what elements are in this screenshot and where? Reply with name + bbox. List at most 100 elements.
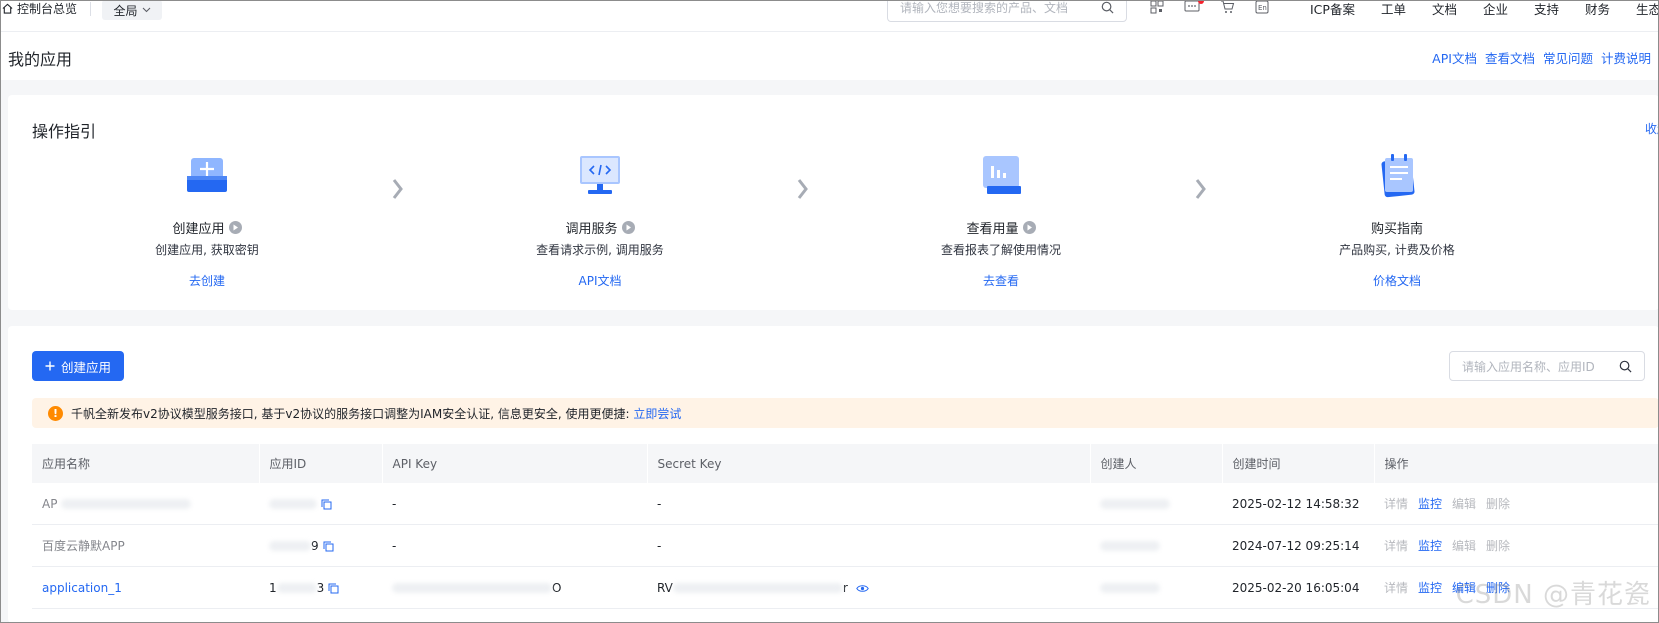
api-key-cell: -	[382, 524, 647, 567]
nav-link-support[interactable]: 支持	[1534, 0, 1559, 18]
step-action-link[interactable]: API文档	[480, 272, 720, 289]
app-id-cell	[259, 483, 382, 525]
column-header-secret-key: Secret Key	[647, 444, 1091, 483]
created-time-cell: 2025-02-12 14:58:32	[1222, 483, 1374, 525]
api-docs-link[interactable]: API文档	[1432, 48, 1477, 67]
purchase-guide-illustration-icon	[1371, 150, 1423, 202]
step-description: 创建应用, 获取密钥	[155, 243, 259, 257]
app-search-placeholder: 请输入应用名称、应用ID	[1462, 359, 1595, 374]
global-search-placeholder: 请输入您想要搜索的产品、文档	[900, 0, 1069, 15]
play-video-icon[interactable]	[621, 221, 635, 234]
app-search-input[interactable]: 请输入应用名称、应用ID	[1449, 351, 1645, 381]
monitor-link[interactable]: 监控	[1418, 495, 1442, 512]
app-name-cell[interactable]: application_1	[32, 566, 259, 609]
play-video-icon[interactable]	[228, 221, 242, 234]
chevron-right-icon	[797, 179, 808, 199]
v2-protocol-notice: ! 千帆全新发布v2协议模型服务接口, 基于v2协议的服务接口调整为IAM安全认…	[32, 398, 1659, 428]
collapse-guide-link[interactable]: 收起	[1645, 120, 1659, 137]
secret-key-cell: RV r	[647, 566, 1090, 609]
detail-link[interactable]: 详情	[1384, 495, 1408, 512]
faq-link[interactable]: 常见问题	[1543, 48, 1593, 67]
watermark: CSDN @青花瓷	[1455, 580, 1651, 610]
copy-icon[interactable]	[323, 541, 334, 552]
nav-icon-group: En	[1150, 0, 1269, 16]
create-app-label: 创建应用	[60, 359, 111, 375]
nav-link-ecosystem[interactable]: 生态	[1636, 0, 1659, 18]
table-row: 百度云静默APP 9 - - 2024-07-12 09:25:14 详情 监控…	[32, 524, 1659, 567]
detail-link[interactable]: 详情	[1384, 579, 1408, 596]
region-selector[interactable]: 全局	[102, 0, 162, 20]
page-title: 我的应用	[8, 50, 73, 69]
created-time-cell: 2024-07-12 09:25:14	[1222, 524, 1374, 567]
qrcode-icon[interactable]	[1150, 0, 1164, 17]
language-icon[interactable]: En	[1255, 0, 1269, 17]
step-action-link[interactable]: 去查看	[881, 272, 1121, 289]
delete-link[interactable]: 删除	[1486, 495, 1510, 512]
step-action-link[interactable]: 价格文档	[1277, 272, 1517, 289]
home-icon	[2, 3, 13, 14]
chevron-down-icon	[142, 7, 150, 13]
operation-guide-card: 操作指引 收起 创建应用 创建应用, 获取密钥 去创建 调用服务 查看请求示例,…	[8, 95, 1659, 310]
nav-link-enterprise[interactable]: 企业	[1483, 0, 1508, 18]
monitor-link[interactable]: 监控	[1418, 537, 1442, 554]
nav-link-ticket[interactable]: 工单	[1381, 0, 1406, 18]
table-header-row: 应用名称 应用ID API Key Secret Key 创建人 创建时间 操作	[32, 444, 1659, 483]
search-icon[interactable]	[1101, 1, 1114, 14]
billing-link[interactable]: 计费说明	[1601, 48, 1651, 67]
creator-cell	[1090, 483, 1222, 525]
operations-cell: 详情 监控 编辑 删除	[1374, 483, 1659, 525]
table-row: AP - - 2025-02-12 14:58:32 详情 监控 编辑 删除	[32, 483, 1659, 525]
region-label: 全局	[113, 3, 138, 18]
message-icon[interactable]	[1184, 0, 1204, 17]
copy-icon[interactable]	[321, 499, 332, 510]
copy-icon[interactable]	[328, 583, 339, 594]
nav-link-docs[interactable]: 文档	[1432, 0, 1457, 18]
eye-icon[interactable]	[856, 584, 869, 593]
view-docs-link[interactable]: 查看文档	[1485, 48, 1535, 67]
create-app-button[interactable]: 创建应用	[32, 351, 124, 381]
nav-links: ICP备案 工单 文档 企业 支持 财务 生态	[1310, 0, 1659, 18]
step-name: 购买指南	[1370, 222, 1423, 237]
detail-link[interactable]: 详情	[1384, 537, 1408, 554]
nav-link-finance[interactable]: 财务	[1585, 0, 1610, 18]
create-app-illustration-icon	[181, 150, 233, 202]
creator-cell	[1090, 566, 1222, 609]
apps-card: 创建应用 请输入应用名称、应用ID ! 千帆全新发布v2协议模型服务接口, 基于…	[8, 326, 1659, 623]
step-name: 查看用量	[966, 222, 1019, 237]
nav-divider	[90, 2, 91, 16]
step-action-link[interactable]: 去创建	[87, 272, 327, 289]
api-key-cell: -	[382, 483, 647, 525]
secret-key-cell: -	[647, 483, 1090, 525]
usage-report-illustration-icon	[975, 150, 1027, 202]
notice-text: 千帆全新发布v2协议模型服务接口, 基于v2协议的服务接口调整为IAM安全认证,…	[71, 406, 682, 421]
edit-link[interactable]: 编辑	[1452, 495, 1476, 512]
guide-title: 操作指引	[32, 122, 97, 141]
app-id-cell: 13	[259, 566, 382, 609]
delete-link[interactable]: 删除	[1486, 537, 1510, 554]
chevron-right-icon	[1195, 179, 1206, 199]
monitor-link[interactable]: 监控	[1418, 579, 1442, 596]
secret-key-cell: -	[647, 524, 1090, 567]
step-name: 创建应用	[172, 222, 225, 237]
plus-icon	[45, 361, 55, 371]
edit-link[interactable]: 编辑	[1452, 537, 1476, 554]
column-header-operations: 操作	[1374, 444, 1659, 483]
cart-icon[interactable]	[1220, 0, 1235, 17]
guide-step-create: 创建应用 创建应用, 获取密钥 去创建	[87, 150, 327, 289]
column-header-creator: 创建人	[1090, 444, 1223, 483]
column-header-api-key: API Key	[382, 444, 648, 483]
search-icon[interactable]	[1619, 360, 1632, 373]
api-key-cell: O	[382, 566, 647, 609]
play-video-icon[interactable]	[1022, 221, 1036, 234]
console-home-link[interactable]: 控制台总览	[2, 0, 77, 16]
global-search-input[interactable]: 请输入您想要搜索的产品、文档	[887, 0, 1127, 22]
column-header-app-id: 应用ID	[259, 444, 383, 483]
step-name: 调用服务	[565, 222, 618, 237]
created-time-cell: 2025-02-20 16:05:04	[1222, 566, 1374, 609]
try-now-link[interactable]: 立即尝试	[633, 407, 681, 421]
app-name-cell: 百度云静默APP	[32, 524, 259, 567]
warning-icon: !	[48, 405, 63, 421]
app-id-cell: 9	[259, 524, 382, 567]
nav-link-icp[interactable]: ICP备案	[1310, 0, 1355, 18]
step-description: 查看请求示例, 调用服务	[536, 243, 664, 257]
